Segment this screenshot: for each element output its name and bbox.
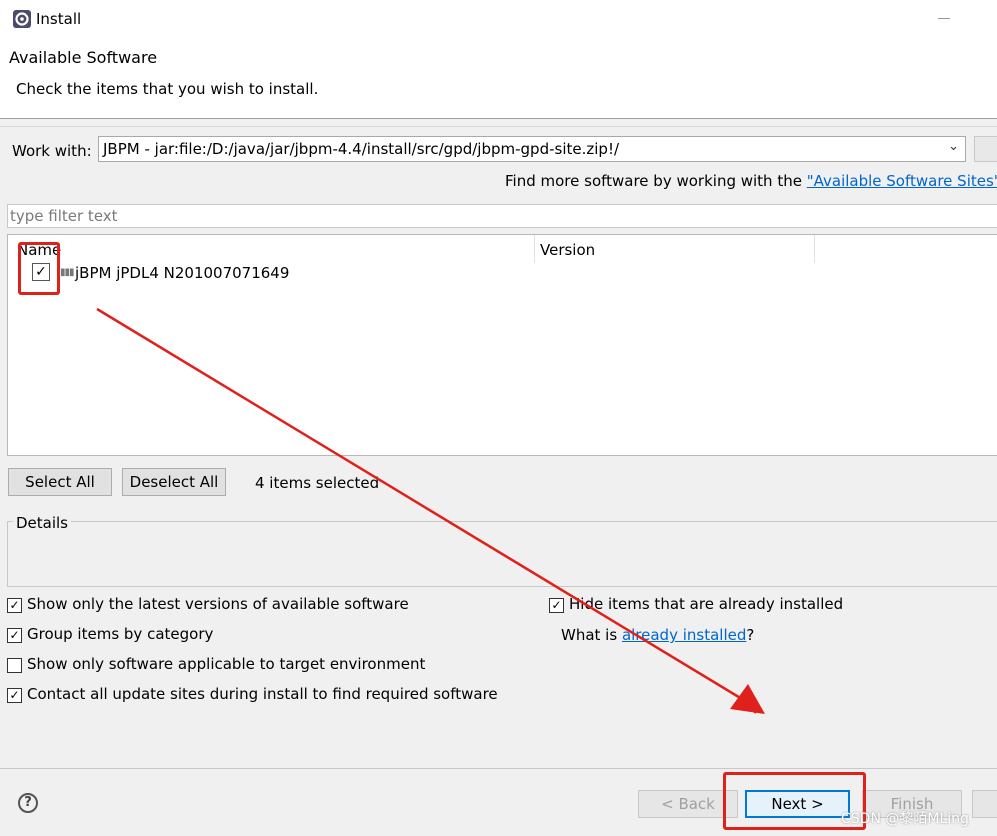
option-label: Show only the latest versions of availab… bbox=[27, 595, 409, 613]
installed-suffix: ? bbox=[746, 626, 755, 644]
cancel-button[interactable] bbox=[972, 790, 997, 818]
checkbox[interactable]: ✓ bbox=[7, 598, 22, 613]
column-separator[interactable] bbox=[814, 235, 815, 263]
filter-input[interactable] bbox=[10, 207, 990, 225]
divider bbox=[0, 126, 997, 127]
watermark: CSDN @黎陌MLing bbox=[841, 811, 969, 827]
option-label: Hide items that are already installed bbox=[569, 595, 844, 613]
window-title: Install bbox=[36, 10, 82, 28]
chevron-down-icon[interactable]: ⌄ bbox=[948, 139, 959, 154]
already-installed-text: What is already installed? bbox=[561, 626, 754, 644]
checkbox[interactable] bbox=[7, 658, 22, 673]
checkbox[interactable]: ✓ bbox=[549, 598, 564, 613]
footer-separator bbox=[0, 768, 997, 769]
installed-prefix: What is bbox=[561, 626, 622, 644]
page-title: Available Software bbox=[9, 48, 158, 67]
checkbox[interactable]: ✓ bbox=[7, 628, 22, 643]
back-label: < Back bbox=[661, 795, 715, 813]
available-software-sites-link[interactable]: "Available Software Sites" bbox=[807, 172, 997, 190]
help-icon[interactable]: ? bbox=[18, 793, 38, 813]
annotation-box-checkbox bbox=[18, 242, 60, 295]
column-header-version[interactable]: Version bbox=[540, 241, 595, 259]
deselect-all-button[interactable]: Deselect All bbox=[122, 468, 226, 496]
option-label: Group items by category bbox=[27, 625, 214, 643]
title-bar: Install bbox=[0, 0, 997, 38]
page-description: Check the items that you wish to install… bbox=[16, 80, 319, 98]
add-site-button[interactable] bbox=[974, 136, 997, 162]
filter-field[interactable] bbox=[7, 204, 997, 228]
select-all-label: Select All bbox=[25, 473, 95, 491]
deselect-all-label: Deselect All bbox=[129, 473, 219, 491]
software-tree-table[interactable]: Name Version ✓ ▮▮▮ jBPM jPDL4 N201007071… bbox=[7, 234, 997, 456]
work-with-combo[interactable]: JBPM - jar:file:/D:/java/jar/jbpm-4.4/in… bbox=[98, 136, 966, 162]
selected-count-text: 4 items selected bbox=[255, 474, 380, 492]
work-with-value: JBPM - jar:file:/D:/java/jar/jbpm-4.4/in… bbox=[103, 140, 620, 158]
option-label: Contact all update sites during install … bbox=[27, 685, 498, 703]
eclipse-gear-icon bbox=[13, 10, 31, 28]
already-installed-link[interactable]: already installed bbox=[622, 626, 746, 644]
option-label: Show only software applicable to target … bbox=[27, 655, 426, 673]
work-with-label: Work with: bbox=[12, 142, 92, 160]
minimize-button[interactable] bbox=[938, 18, 950, 19]
tree-row-label[interactable]: jBPM jPDL4 N201007071649 bbox=[75, 264, 289, 282]
select-all-button[interactable]: Select All bbox=[8, 468, 112, 496]
wizard-banner: Available Software Check the items that … bbox=[0, 38, 997, 119]
details-group bbox=[7, 521, 997, 587]
checkbox[interactable]: ✓ bbox=[7, 688, 22, 703]
find-more-text: Find more software by working with the "… bbox=[505, 172, 997, 190]
column-separator[interactable] bbox=[534, 235, 535, 263]
category-icon: ▮▮▮ bbox=[60, 267, 74, 278]
find-more-prefix: Find more software by working with the bbox=[505, 172, 807, 190]
details-label: Details bbox=[13, 514, 72, 532]
